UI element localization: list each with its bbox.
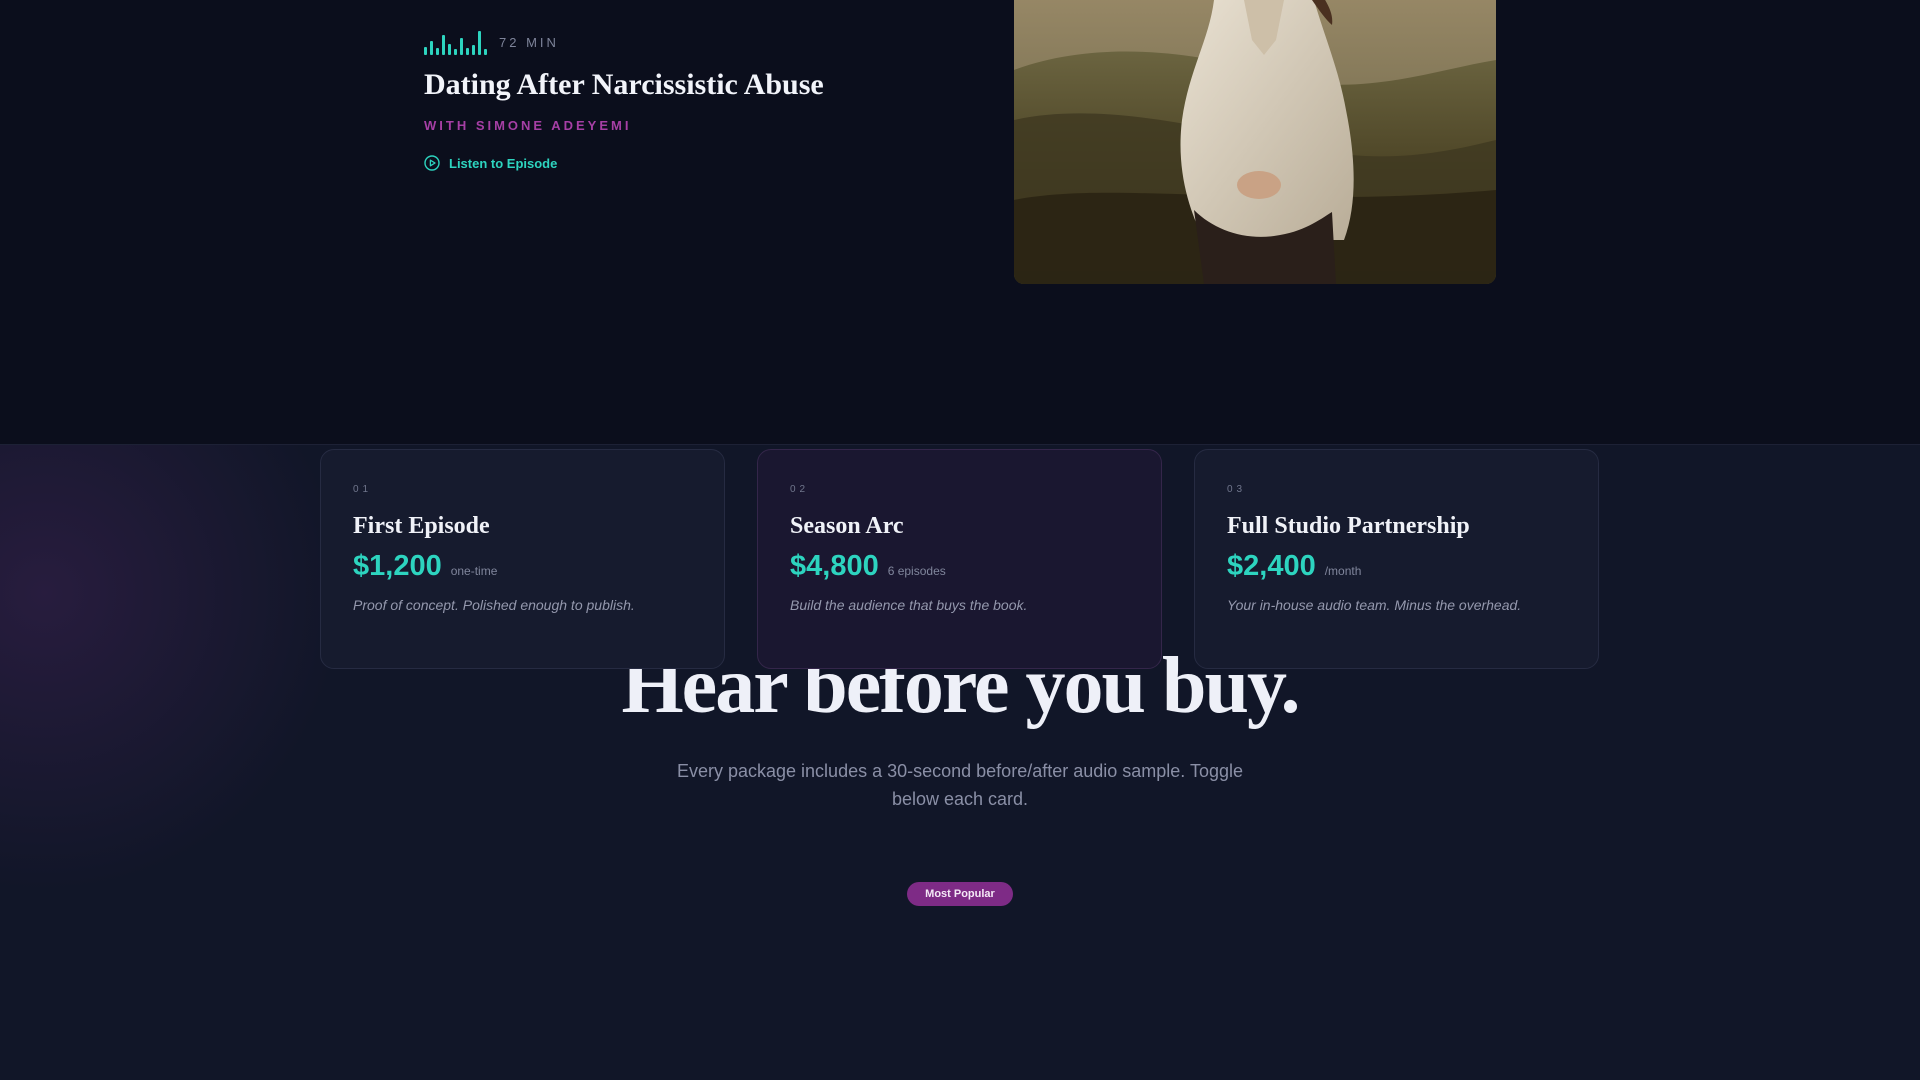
package-price: $2,400 bbox=[1227, 550, 1316, 582]
waveform-bar bbox=[424, 47, 427, 55]
play-circle-icon bbox=[424, 155, 440, 171]
episode-title: Dating After Narcissistic Abuse bbox=[424, 68, 824, 101]
waveform-icon bbox=[424, 29, 487, 55]
package-card-full-studio-partnership[interactable]: 03 Full Studio Partnership $2,400 /month… bbox=[1194, 449, 1599, 669]
price-row: $2,400 /month bbox=[1227, 550, 1566, 583]
package-price: $1,200 bbox=[353, 550, 442, 582]
package-unit: /month bbox=[1324, 564, 1362, 578]
package-number: 02 bbox=[790, 484, 810, 495]
episode-photo bbox=[1014, 0, 1496, 284]
listen-to-episode-link[interactable]: Listen to Episode bbox=[424, 155, 824, 171]
section-subtitle: Every package includes a 30-second befor… bbox=[676, 761, 1244, 809]
waveform-bar bbox=[454, 49, 457, 55]
waveform-bar bbox=[466, 48, 469, 55]
package-name: Season Arc bbox=[790, 513, 904, 539]
package-name: Full Studio Partnership bbox=[1227, 513, 1470, 539]
waveform-bar bbox=[472, 45, 475, 55]
package-unit: one-time bbox=[450, 564, 498, 578]
episode-info: 72 MIN Dating After Narcissistic Abuse W… bbox=[424, 24, 824, 171]
price-row: $1,200 one-time bbox=[353, 550, 692, 583]
package-tagline: Build the audience that buys the book. bbox=[790, 597, 1028, 613]
listen-label: Listen to Episode bbox=[449, 155, 558, 171]
waveform-bar bbox=[478, 31, 481, 55]
waveform-bar bbox=[460, 38, 463, 55]
package-price: $4,800 bbox=[790, 550, 879, 582]
woman-in-field-photo bbox=[1014, 0, 1496, 284]
package-tagline: Your in-house audio team. Minus the over… bbox=[1227, 597, 1522, 613]
episode-host: WITH SIMONE ADEYEMI bbox=[424, 118, 632, 133]
episode-meta: 72 MIN bbox=[424, 24, 824, 60]
episode-duration: 72 MIN bbox=[499, 34, 559, 50]
waveform-bar bbox=[484, 49, 487, 55]
waveform-bar bbox=[442, 35, 445, 55]
package-number: 01 bbox=[353, 484, 373, 495]
price-row: $4,800 6 episodes bbox=[790, 550, 1129, 583]
package-tagline: Proof of concept. Polished enough to pub… bbox=[353, 597, 635, 613]
waveform-bar bbox=[430, 41, 433, 55]
waveform-bar bbox=[448, 44, 451, 55]
package-card-first-episode[interactable]: 01 First Episode $1,200 one-time Proof o… bbox=[320, 449, 725, 669]
package-card-season-arc[interactable]: 02 Season Arc $4,800 6 episodes Build th… bbox=[757, 449, 1162, 669]
episode-section: 72 MIN Dating After Narcissistic Abuse W… bbox=[0, 0, 1920, 444]
package-number: 03 bbox=[1227, 484, 1247, 495]
waveform-bar bbox=[436, 48, 439, 55]
most-popular-badge: Most Popular bbox=[907, 882, 1013, 906]
package-name: First Episode bbox=[353, 513, 490, 539]
package-unit: 6 episodes bbox=[887, 564, 946, 578]
